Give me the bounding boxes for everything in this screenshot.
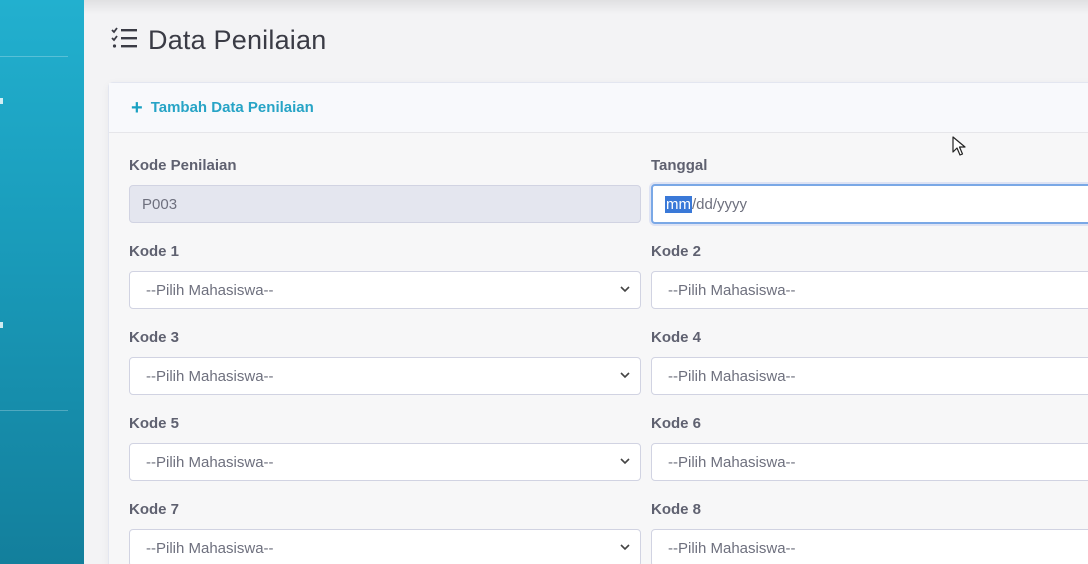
kode-penilaian-input[interactable]: P003 (129, 185, 641, 223)
kode-8-label: Kode 8 (651, 501, 702, 518)
select-value: --Pilih Mahasiswa-- (668, 367, 796, 385)
kode-7-select[interactable]: --Pilih Mahasiswa-- (129, 529, 641, 564)
date-rest-segment[interactable]: /dd/yyyy (692, 196, 747, 213)
kode-5-label: Kode 5 (129, 415, 180, 432)
tasks-list-icon (110, 26, 138, 55)
date-month-segment[interactable]: mm (665, 195, 692, 213)
select-value: --Pilih Mahasiswa-- (146, 453, 274, 471)
card-header: + Tambah Data Penilaian (109, 83, 1088, 133)
kode-6-select[interactable]: --Pilih Mahasiswa-- (651, 443, 1088, 481)
kode-4-select[interactable]: --Pilih Mahasiswa-- (651, 357, 1088, 395)
form-card: + Tambah Data Penilaian (108, 82, 1088, 564)
sidebar-divider (0, 410, 68, 411)
kode-1-select[interactable]: --Pilih Mahasiswa-- (129, 271, 641, 309)
chevron-down-icon (620, 458, 630, 465)
kode-4-label: Kode 4 (651, 329, 702, 346)
kode-3-select[interactable]: --Pilih Mahasiswa-- (129, 357, 641, 395)
sidebar-item-marker[interactable] (0, 98, 3, 104)
page-header: Data Penilaian (110, 22, 326, 58)
select-value: --Pilih Mahasiswa-- (146, 367, 274, 385)
topbar-shadow (84, 0, 1088, 14)
select-value: --Pilih Mahasiswa-- (146, 281, 274, 299)
chevron-down-icon (620, 372, 630, 379)
kode-penilaian-label: Kode Penilaian (129, 157, 237, 174)
tanggal-date-input[interactable]: mm/dd/yyyy (651, 184, 1088, 224)
chevron-down-icon (620, 544, 630, 551)
kode-6-label: Kode 6 (651, 415, 702, 432)
sidebar-item-marker[interactable] (0, 322, 3, 328)
kode-8-select[interactable]: --Pilih Mahasiswa-- (651, 529, 1088, 564)
kode-3-label: Kode 3 (129, 329, 180, 346)
chevron-down-icon (620, 286, 630, 293)
kode-2-label: Kode 2 (651, 243, 702, 260)
select-value: --Pilih Mahasiswa-- (146, 539, 274, 557)
page-title: Data Penilaian (148, 24, 327, 55)
plus-icon: + (131, 96, 143, 119)
tanggal-label: Tanggal (651, 157, 708, 174)
mouse-cursor-icon (952, 136, 966, 156)
card-title: Tambah Data Penilaian (150, 99, 314, 116)
select-value: --Pilih Mahasiswa-- (668, 539, 796, 557)
kode-1-label: Kode 1 (129, 243, 180, 260)
kode-7-label: Kode 7 (129, 501, 180, 518)
select-value: --Pilih Mahasiswa-- (668, 281, 796, 299)
kode-2-select[interactable]: --Pilih Mahasiswa-- (651, 271, 1088, 309)
kode-5-select[interactable]: --Pilih Mahasiswa-- (129, 443, 641, 481)
select-value: --Pilih Mahasiswa-- (668, 453, 796, 471)
sidebar (0, 0, 84, 564)
sidebar-divider (0, 56, 68, 57)
